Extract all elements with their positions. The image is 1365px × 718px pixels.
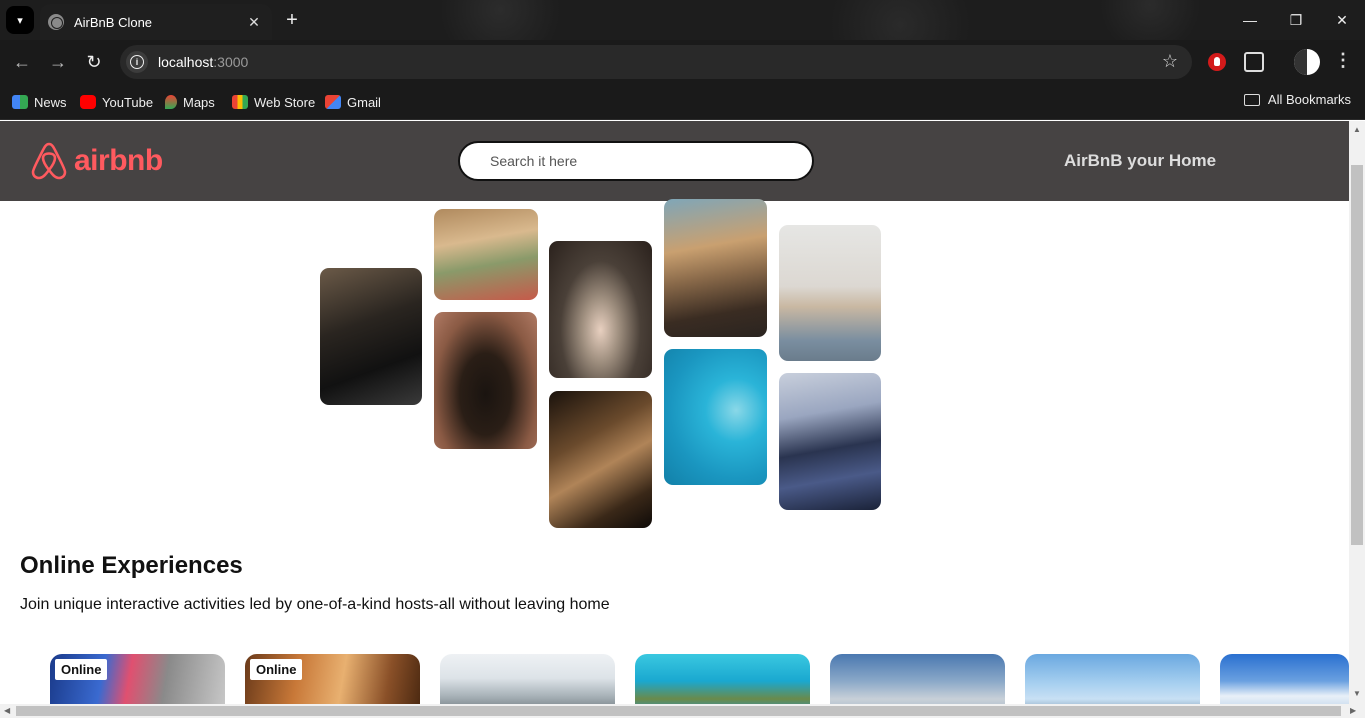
menu-kebab-icon[interactable]: ⋮ (1334, 50, 1352, 71)
experience-card[interactable] (1025, 654, 1200, 704)
youtube-icon (80, 95, 96, 109)
hero-photo-guitar (549, 391, 652, 528)
tab-search-button[interactable]: ▾ (6, 6, 34, 34)
hero-photo-dancer-doorway (434, 312, 537, 449)
header-tagline[interactable]: AirBnB your Home (1064, 151, 1216, 171)
section-title: Online Experiences (20, 552, 243, 579)
experience-card[interactable] (635, 654, 810, 704)
browser-tabstrip: ▾ AirBnB Clone ✕ + — ❐ ✕ (0, 0, 1365, 40)
hero-photo-food-bowl (549, 241, 652, 378)
experience-card[interactable]: Online (245, 654, 420, 704)
browser-tab[interactable]: AirBnB Clone ✕ (40, 4, 272, 40)
horizontal-scroll-thumb[interactable] (16, 706, 1341, 716)
bookmark-gmail[interactable]: Gmail (325, 92, 381, 112)
adblock-extension-icon[interactable] (1208, 53, 1226, 71)
maps-icon (165, 95, 177, 109)
online-badge: Online (55, 659, 108, 680)
tab-title: AirBnB Clone (74, 14, 153, 30)
web-store-icon (232, 95, 248, 109)
airbnb-logo[interactable]: airbnb (30, 141, 163, 181)
bookmark-web-store[interactable]: Web Store (232, 92, 315, 112)
hero-photo-singer (779, 373, 881, 510)
minimize-button[interactable]: — (1230, 6, 1270, 34)
experience-card[interactable] (1220, 654, 1349, 704)
close-window-button[interactable]: ✕ (1322, 6, 1362, 34)
bookmarks-bar: News YouTube Maps Web Store Gmail All Bo… (0, 84, 1365, 120)
close-tab-icon[interactable]: ✕ (244, 12, 264, 32)
gmail-icon (325, 95, 341, 109)
page-viewport: airbnb AirBnB your Home Online Experienc… (0, 121, 1349, 704)
horizontal-scrollbar[interactable]: ◀ ▶ (0, 704, 1365, 718)
restore-button[interactable]: ❐ (1276, 6, 1316, 34)
experience-card[interactable] (440, 654, 615, 704)
address-bar[interactable]: i localhost:3000 ☆ (120, 45, 1192, 79)
bookmark-youtube[interactable]: YouTube (80, 92, 153, 112)
experience-card[interactable] (830, 654, 1005, 704)
new-tab-button[interactable]: + (280, 8, 304, 32)
experience-card[interactable]: Online (50, 654, 225, 704)
news-icon (12, 95, 28, 109)
hero-photo-cooking-pans (320, 268, 422, 405)
online-badge: Online (250, 659, 303, 680)
site-info-icon[interactable]: i (126, 51, 148, 73)
hero-photo-swimmer (664, 349, 767, 485)
extensions-puzzle-icon[interactable] (1244, 52, 1264, 72)
scroll-up-arrow-icon[interactable]: ▲ (1353, 125, 1361, 134)
globe-icon (48, 14, 64, 30)
section-subtitle: Join unique interactive activities led b… (20, 596, 610, 613)
profile-avatar[interactable] (1294, 49, 1320, 75)
forward-button[interactable]: → (44, 48, 72, 76)
url-text: localhost:3000 (158, 54, 249, 70)
logo-wordmark: airbnb (74, 144, 163, 177)
folder-icon (1243, 93, 1260, 106)
hero-photo-woman-pastry (434, 209, 538, 300)
bookmark-maps[interactable]: Maps (165, 92, 215, 112)
scroll-right-arrow-icon[interactable]: ▶ (1350, 706, 1356, 715)
scroll-down-arrow-icon[interactable]: ▼ (1353, 689, 1361, 698)
search-input[interactable] (458, 141, 814, 181)
site-header: airbnb AirBnB your Home (0, 121, 1349, 201)
airbnb-belo-icon (31, 142, 67, 180)
scroll-left-arrow-icon[interactable]: ◀ (4, 706, 10, 715)
hero-photo-keyboard-mic (664, 199, 767, 337)
browser-toolbar: ← → ↻ i localhost:3000 ☆ ⋮ (0, 40, 1365, 84)
bookmark-star-icon[interactable]: ☆ (1162, 51, 1178, 72)
vertical-scroll-thumb[interactable] (1351, 165, 1363, 545)
all-bookmarks-button[interactable]: All Bookmarks (1243, 92, 1351, 107)
hero-photo-yoga (779, 225, 881, 361)
vertical-scrollbar[interactable]: ▲ ▼ (1349, 121, 1365, 704)
bookmark-news[interactable]: News (12, 92, 67, 112)
reload-button[interactable]: ↻ (80, 48, 108, 76)
back-button[interactable]: ← (8, 48, 36, 76)
